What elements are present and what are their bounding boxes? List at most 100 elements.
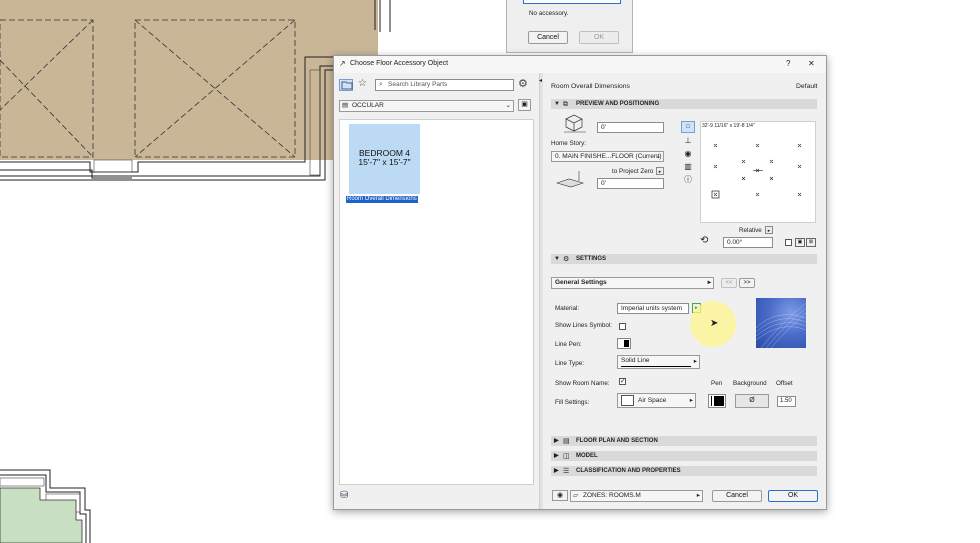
- show-room-name-checkbox[interactable]: ✓: [619, 378, 626, 385]
- to-project-zero-arrow-icon[interactable]: ▸: [656, 167, 664, 175]
- folder-icon: [341, 81, 353, 90]
- preview-2d-button[interactable]: □: [681, 121, 695, 133]
- close-button[interactable]: ✕: [808, 59, 815, 68]
- preview-info-icon[interactable]: ⓘ: [683, 175, 693, 184]
- ok-button[interactable]: OK: [768, 490, 818, 502]
- preview-elevation-icon[interactable]: ▥: [683, 162, 693, 171]
- fill-type-select[interactable]: Air Space ▸: [617, 393, 696, 408]
- height-input[interactable]: 0': [597, 122, 664, 133]
- material-input[interactable]: Imperial units system: [617, 303, 689, 314]
- previous-page-button[interactable]: <<: [721, 278, 737, 288]
- library-folder-icon: ▤: [342, 102, 349, 109]
- box-height-icon: [562, 113, 588, 135]
- settings-section-icon: ⚙: [563, 256, 570, 263]
- settings-header[interactable]: ▼ ⚙ SETTINGS: [551, 254, 817, 264]
- home-story-value: 0. MAIN FINISHE...FLOOR (Current): [555, 153, 662, 160]
- line-pen-swatch[interactable]: [617, 338, 631, 349]
- offset-plane-icon: [555, 169, 587, 191]
- line-pen-label: Line Pen:: [555, 341, 582, 348]
- folder-view-button[interactable]: [339, 79, 353, 91]
- app-icon: ↗: [339, 59, 346, 68]
- fill-settings-label: Fill Settings:: [555, 399, 590, 406]
- chevron-down-icon: ⌄: [655, 153, 661, 160]
- green-room-area: [0, 487, 83, 543]
- show-room-name-label: Show Room Name:: [555, 380, 610, 387]
- library-part-caption[interactable]: Room Overall Dimensions: [346, 196, 418, 203]
- preview-3d-icon[interactable]: ◉: [683, 149, 693, 158]
- mirror-checkbox[interactable]: [785, 239, 792, 246]
- default-label[interactable]: Default: [796, 83, 818, 90]
- mouse-cursor-icon: ➤: [710, 318, 719, 329]
- fill-type-value: Air Space: [638, 397, 667, 404]
- help-button[interactable]: ?: [786, 59, 790, 68]
- library-manager-icon[interactable]: ⛁: [340, 490, 348, 501]
- classification-section-header[interactable]: ▶ ☰ CLASSIFICATION AND PROPERTIES: [551, 466, 817, 476]
- library-panel: ☆ ⌕ Search Library Parts ⚙ ▤ OCCULAR ⌄ ▣…: [334, 73, 539, 509]
- rotation-angle-icon: ⟲: [700, 235, 709, 246]
- fill-pen-swatch[interactable]: [708, 394, 726, 408]
- relative-arrow-icon[interactable]: ▸: [765, 226, 773, 234]
- no-accessory-dialog: No accessory. Cancel OK: [506, 0, 633, 53]
- chevron-right-icon: ▸: [689, 397, 693, 404]
- line-type-sample: [621, 366, 691, 367]
- chevron-down-icon: ⌄: [505, 102, 511, 109]
- search-input[interactable]: ⌕ Search Library Parts: [375, 79, 514, 91]
- general-settings-label: General Settings: [555, 279, 607, 286]
- preview-positioning-header[interactable]: ▼ ⧉ PREVIEW AND POSITIONING: [551, 99, 817, 109]
- relative-label[interactable]: Relative: [739, 227, 762, 234]
- search-icon: ⌕: [379, 81, 383, 88]
- chevron-right-icon: ▸: [696, 492, 700, 499]
- classification-section-icon: ☰: [563, 468, 570, 475]
- mini-cancel-button[interactable]: Cancel: [528, 31, 568, 44]
- search-placeholder: Search Library Parts: [388, 81, 448, 88]
- model-section-header[interactable]: ▶ ◫ MODEL: [551, 451, 817, 461]
- home-story-select[interactable]: 0. MAIN FINISHE...FLOOR (Current) ⌄: [551, 151, 664, 162]
- mirror-x-icon[interactable]: ⊠: [806, 238, 816, 247]
- library-folder-label: OCCULAR: [352, 102, 384, 109]
- material-preview-swatch: [756, 298, 806, 348]
- library-parts-list[interactable]: BEDROOM 4 15'-7" x 15'-7" Room Overall D…: [339, 119, 534, 485]
- floor-plan-section-header[interactable]: ▶ ▤ FLOOR PLAN AND SECTION: [551, 436, 817, 446]
- chevron-right-icon: ▸: [707, 279, 711, 286]
- collapsed-triangle-icon: ▶: [554, 453, 559, 459]
- show-lines-symbol-checkbox[interactable]: [619, 323, 626, 330]
- mirror-icon[interactable]: ▣: [795, 238, 805, 247]
- cancel-button[interactable]: Cancel: [712, 490, 762, 502]
- library-folder-select[interactable]: ▤ OCCULAR ⌄: [339, 100, 514, 112]
- background-column-label: Background: [733, 380, 767, 387]
- layer-select[interactable]: ▱ ZONES: ROOMS.M ▸: [570, 490, 703, 502]
- fill-background-swatch[interactable]: Ø: [735, 394, 769, 408]
- preview-canvas[interactable]: 32'-9 11/16" x 19'-8 1/4": [700, 121, 816, 223]
- preview-positioning-title: PREVIEW AND POSITIONING: [576, 101, 660, 107]
- preview-section-icon: ⧉: [563, 101, 568, 108]
- fill-offset-input[interactable]: 1.50: [777, 396, 796, 407]
- preview-section-view-icon[interactable]: ⊥: [683, 136, 693, 145]
- floor-plan-section-title: FLOOR PLAN AND SECTION: [576, 438, 658, 444]
- line-type-value: Solid Line: [621, 357, 650, 364]
- chevron-right-icon: ▸: [693, 358, 697, 365]
- mini-ok-button[interactable]: OK: [579, 31, 619, 44]
- offset-column-label: Offset: [776, 380, 793, 387]
- angle-input[interactable]: 0.00°: [723, 237, 773, 248]
- offset-input[interactable]: 0': [597, 178, 664, 189]
- favorites-icon[interactable]: ☆: [358, 78, 367, 89]
- library-part-thumbnail[interactable]: BEDROOM 4 15'-7" x 15'-7": [349, 124, 420, 194]
- thumbnail-line2: 15'-7" x 15'-7": [358, 157, 411, 167]
- folder-browse-icon[interactable]: ▣: [518, 99, 531, 111]
- line-type-select[interactable]: Solid Line ▸: [617, 355, 700, 369]
- line-type-label: Line Type:: [555, 360, 584, 367]
- mini-dialog-top-field: [523, 0, 621, 4]
- layer-eye-icon[interactable]: ◉: [552, 490, 568, 501]
- to-project-zero-label[interactable]: to Project Zero: [612, 168, 653, 175]
- pen-column-label: Pen: [711, 380, 723, 387]
- general-settings-select[interactable]: General Settings ▸: [551, 277, 714, 289]
- floor-plan-section-icon: ▤: [563, 438, 570, 445]
- library-settings-gear-icon[interactable]: ⚙: [518, 77, 528, 90]
- next-page-button[interactable]: >>: [739, 278, 755, 288]
- preview-hotspots: [711, 143, 802, 199]
- layer-icon: ▱: [573, 492, 578, 499]
- settings-title: SETTINGS: [576, 256, 607, 262]
- dialog-titlebar[interactable]: ↗ Choose Floor Accessory Object ? ✕: [334, 56, 826, 73]
- expand-triangle-icon: ▼: [554, 256, 560, 262]
- no-accessory-message: No accessory.: [529, 10, 569, 17]
